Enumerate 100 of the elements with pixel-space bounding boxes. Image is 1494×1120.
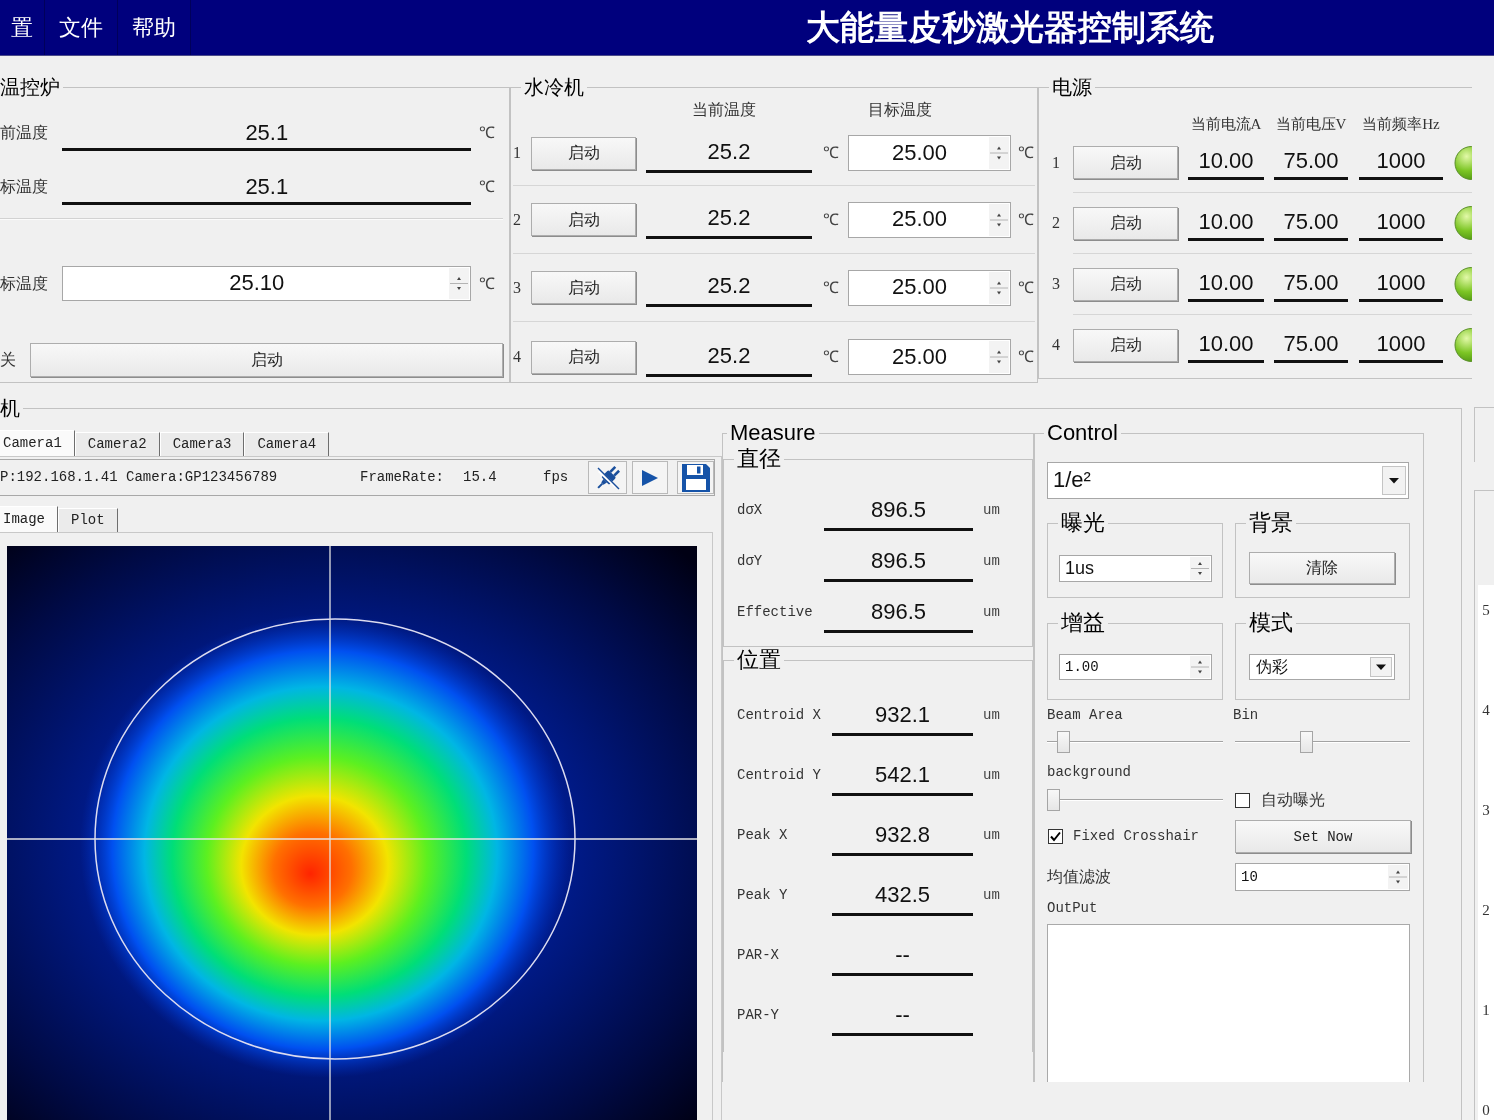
camera-tab[interactable]: Camera1 [0, 430, 75, 456]
exposure-spinbox[interactable]: 1us [1059, 555, 1212, 582]
current-reading: 10.00 [1188, 266, 1264, 302]
clear-button[interactable]: 清除 [1249, 552, 1395, 584]
unit-label: ℃ [822, 209, 840, 230]
spin-arrows-icon[interactable] [989, 137, 1009, 169]
menu-item[interactable]: 置 [0, 0, 45, 55]
measurement-label: dσY [737, 552, 764, 571]
row-number: 4 [513, 347, 522, 367]
spin-arrows-icon[interactable] [449, 268, 470, 299]
voltage-reading: 75.00 [1274, 145, 1348, 180]
measurement-label: dσX [737, 501, 764, 520]
panel-title: 背景 [1248, 510, 1294, 536]
slider-thumb[interactable] [1299, 731, 1313, 753]
unit-label: um [983, 552, 1000, 571]
panel-title: 增益 [1060, 610, 1106, 636]
start-button[interactable]: 启动 [1073, 328, 1178, 362]
current-reading: 10.00 [1188, 327, 1264, 363]
start-button[interactable]: 启动 [1073, 267, 1178, 301]
start-button[interactable]: 启动 [531, 203, 636, 236]
view-tab[interactable]: Plot [58, 508, 118, 532]
measurement-label: PAR-Y [737, 1006, 780, 1025]
spin-arrows-icon[interactable] [1190, 656, 1210, 678]
start-button[interactable]: 启动 [531, 340, 636, 374]
slider-thumb[interactable] [1056, 731, 1070, 753]
fixed-crosshair-checkbox[interactable] [1048, 829, 1063, 844]
field-label: 标温度 [0, 177, 49, 197]
unit-label: um [983, 706, 1000, 725]
axis-tick-label: 5 [1481, 601, 1491, 619]
temperature-spinbox[interactable]: 25.00 [848, 269, 1011, 306]
start-button[interactable]: 启动 [531, 271, 636, 304]
unit-label: ℃ [478, 177, 497, 197]
slider-label: Beam Area [1047, 706, 1124, 724]
temperature-spinbox[interactable]: 25.00 [848, 339, 1011, 375]
axis-tick-label: 1 [1481, 1001, 1491, 1019]
spin-arrows-icon[interactable] [989, 341, 1009, 373]
measurement-label: Peak Y [737, 886, 789, 905]
save-button[interactable] [677, 461, 714, 494]
camera-tab[interactable]: Camera2 [74, 432, 160, 456]
temperature-spinbox[interactable]: 25.00 [848, 135, 1011, 171]
unit-label: um [983, 603, 1000, 622]
unit-label: ℃ [822, 143, 840, 163]
spin-arrows-icon[interactable] [1190, 557, 1210, 580]
method-dropdown[interactable]: 1/e² [1047, 462, 1409, 499]
disconnect-button[interactable] [588, 461, 627, 494]
voltage-reading: 75.00 [1274, 266, 1348, 302]
device-info-text: P:192.168.1.41 Camera:GP123456789 [0, 469, 279, 486]
measurement-label: Effective [737, 603, 814, 622]
measurement-label: Centroid X [737, 706, 822, 725]
view-tab[interactable]: Image [0, 506, 58, 532]
slider-label: Bin [1233, 706, 1259, 724]
spin-arrows-icon[interactable] [989, 271, 1009, 304]
voltage-reading: 75.00 [1274, 327, 1348, 363]
row-number: 2 [513, 209, 522, 230]
spin-arrows-icon[interactable] [989, 203, 1009, 236]
menu-item[interactable]: 帮助 [118, 0, 191, 55]
spin-arrows-icon[interactable] [1388, 865, 1408, 889]
current-reading: 10.00 [1188, 205, 1264, 241]
measurement-value: -- [832, 997, 973, 1036]
start-button[interactable]: 启动 [1073, 206, 1178, 240]
camera-tab[interactable]: Camera3 [159, 432, 245, 456]
panel-title: 机 [0, 396, 21, 420]
measurement-value: 932.1 [832, 697, 973, 736]
frame-rate-label: FrameRate: [360, 469, 445, 486]
unit-label: ℃ [1018, 277, 1032, 298]
frequency-reading: 1000 [1359, 327, 1443, 363]
set-now-button[interactable]: Set Now [1235, 820, 1411, 853]
column-header: 当前温度 [692, 100, 756, 120]
auto-exposure-checkbox[interactable] [1235, 792, 1250, 808]
axis-tick-label: 0 [1481, 1101, 1491, 1119]
panel-title: Measure [729, 420, 817, 446]
field-label: 前温度 [0, 123, 49, 143]
play-button[interactable] [632, 461, 668, 494]
slider-label: background [1047, 763, 1132, 781]
start-button[interactable]: 启动 [531, 136, 636, 170]
field-label: OutPut [1047, 899, 1099, 917]
menu-item[interactable]: 文件 [45, 0, 118, 55]
start-button[interactable]: 启动 [30, 343, 503, 377]
gain-spinbox[interactable]: 1.00 [1059, 654, 1212, 680]
checkbox-label: Fixed Crosshair [1073, 828, 1200, 845]
mode-dropdown[interactable]: 伪彩 [1249, 654, 1395, 680]
start-button[interactable]: 启动 [1073, 146, 1178, 179]
temperature-reading: 25.1 [62, 172, 472, 205]
filter-spinbox[interactable]: 10 [1235, 863, 1410, 891]
unit-label: ℃ [478, 274, 497, 294]
row-number: 4 [1051, 334, 1061, 355]
camera-tab[interactable]: Camera4 [244, 432, 330, 456]
field-label: 均值滤波 [1047, 867, 1112, 887]
temperature-spinbox[interactable]: 25.10 [62, 266, 472, 301]
unit-label: um [983, 766, 1000, 785]
unit-label: ℃ [822, 347, 840, 367]
panel-title: 水冷机 [523, 75, 585, 99]
field-label: 标温度 [0, 274, 49, 294]
row-number: 1 [1051, 152, 1061, 173]
measurement-label: PAR-X [737, 946, 780, 965]
slider-thumb[interactable] [1047, 789, 1060, 811]
frame-rate-value: 15.4 [463, 469, 498, 486]
play-icon [641, 468, 659, 487]
temperature-spinbox[interactable]: 25.00 [848, 201, 1011, 238]
temperature-reading: 25.2 [646, 268, 812, 307]
